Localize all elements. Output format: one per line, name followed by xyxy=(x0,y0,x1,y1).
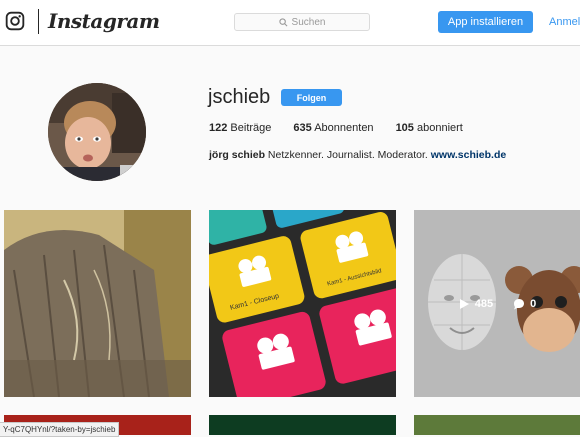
profile-bio: jörg schieb Netzkenner. Journalist. Mode… xyxy=(209,149,506,161)
likes-stat: 485 xyxy=(458,298,493,310)
search-icon xyxy=(279,18,288,27)
following-stat[interactable]: 105 abonniert xyxy=(396,122,463,134)
search-placeholder: Suchen xyxy=(292,17,326,28)
post-image-tree-bark xyxy=(4,210,191,397)
logo-divider xyxy=(38,9,39,34)
followers-count: 635 xyxy=(293,122,311,134)
comments-stat: 0 xyxy=(513,298,536,310)
search-input[interactable]: Suchen xyxy=(234,13,370,31)
follow-button[interactable]: Folgen xyxy=(281,89,342,106)
posts-label: Beiträge xyxy=(230,122,271,134)
post-image-camera-buttons: Kam1 - Closeup Kam1 - Aussichtsbild xyxy=(209,210,396,397)
profile-username: jschieb xyxy=(208,86,270,109)
top-navigation: Instagram Suchen App installieren Anmeld… xyxy=(0,0,580,46)
play-icon xyxy=(458,298,470,310)
post-tile[interactable] xyxy=(414,415,580,435)
following-count: 105 xyxy=(396,122,414,134)
post-tile[interactable]: Kam1 - Closeup Kam1 - Aussichtsbild xyxy=(209,210,396,397)
install-app-button[interactable]: App installieren xyxy=(438,11,533,33)
post-hover-stats: 485 0 xyxy=(414,210,580,397)
avatar-portrait xyxy=(48,83,146,181)
instagram-camera-icon[interactable] xyxy=(5,11,25,31)
login-link[interactable]: Anmelden xyxy=(549,16,580,28)
post-tile[interactable]: 485 0 xyxy=(414,210,580,397)
post-tile[interactable] xyxy=(209,415,396,435)
profile-avatar xyxy=(48,83,146,181)
followers-stat[interactable]: 635 Abonnenten xyxy=(293,122,373,134)
bio-text: Netzkenner. Journalist. Moderator. xyxy=(265,149,431,161)
instagram-wordmark[interactable]: Instagram xyxy=(48,9,160,33)
profile-stats: 122 Beiträge 635 Abonnenten 105 abonnier… xyxy=(209,122,485,134)
likes-count: 485 xyxy=(475,298,493,310)
following-label: abonniert xyxy=(417,122,463,134)
posts-stat: 122 Beiträge xyxy=(209,122,271,134)
bio-website-link[interactable]: www.schieb.de xyxy=(431,149,506,161)
followers-label: Abonnenten xyxy=(314,122,373,134)
comment-icon xyxy=(513,298,525,310)
comments-count: 0 xyxy=(530,298,536,310)
post-tile[interactable] xyxy=(4,210,191,397)
posts-count: 122 xyxy=(209,122,227,134)
bio-name: jörg schieb xyxy=(209,149,265,161)
